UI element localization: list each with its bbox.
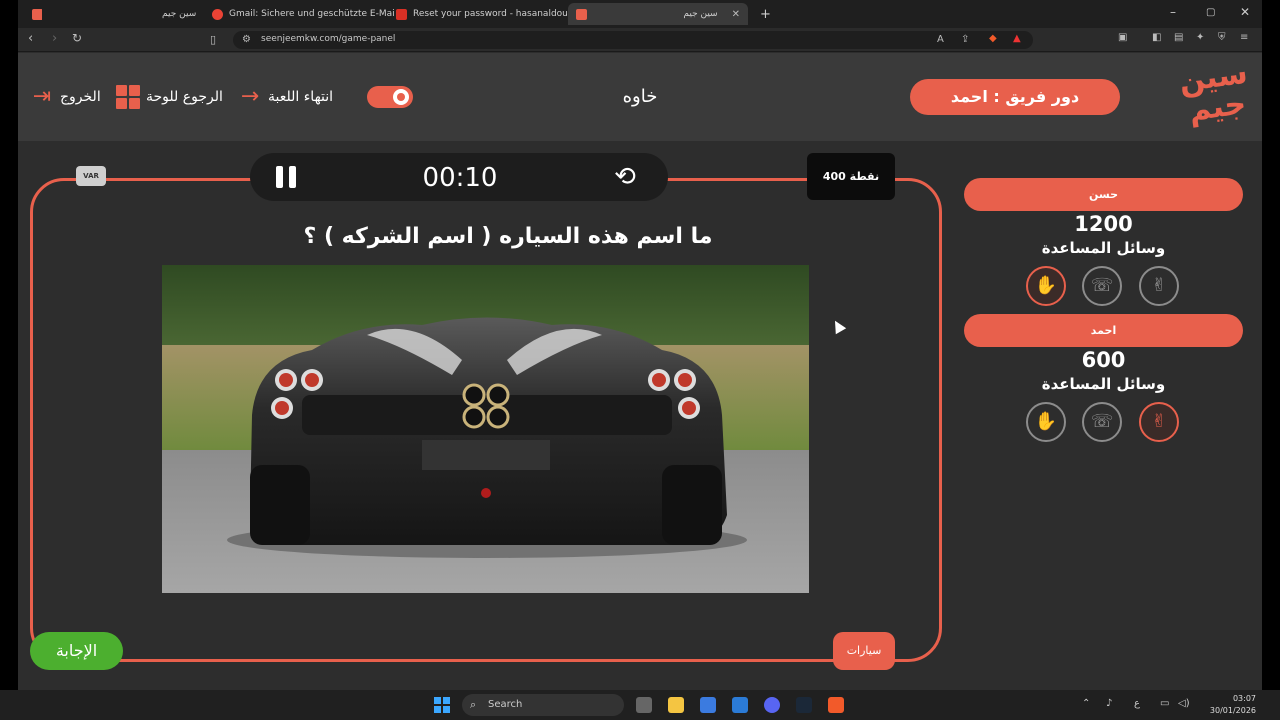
- back-to-board-button[interactable]: الرجوع للوحة: [116, 85, 223, 109]
- peace-hand-icon[interactable]: ✌: [1139, 402, 1179, 442]
- tab-title: سين جيم: [162, 9, 197, 19]
- tab-title: سين جيم: [683, 9, 718, 19]
- taskbar-search[interactable]: ⌕ Search: [462, 694, 624, 716]
- reader-icon[interactable]: ▣: [1118, 32, 1127, 43]
- restart-timer-icon[interactable]: ⟲: [610, 162, 640, 192]
- share-icon[interactable]: ⇪: [961, 34, 969, 45]
- url-field[interactable]: ⚙ seenjeemkw.com/game-panel A ⇪ ◆ ▲: [233, 31, 1033, 49]
- toggle-knob: [393, 89, 409, 105]
- browser-window: سين جيم Gmail: Sichere und geschützte E-…: [18, 0, 1262, 690]
- hand-icon[interactable]: ✋: [1026, 402, 1066, 442]
- forward-icon[interactable]: ›: [52, 31, 57, 46]
- category-title: خاوه: [622, 86, 658, 107]
- mail-icon: [396, 8, 407, 20]
- menu-icon[interactable]: ≡: [1240, 32, 1248, 43]
- peace-hand-icon[interactable]: ✌: [1139, 266, 1179, 306]
- category-tag: سيارات: [833, 632, 895, 670]
- site-settings-icon[interactable]: ⚙: [242, 34, 251, 45]
- address-bar: ‹ › ↻ ▯ ⚙ seenjeemkw.com/game-panel A ⇪ …: [18, 28, 1262, 52]
- team-score: 1200: [1074, 212, 1133, 236]
- game-toggle[interactable]: [367, 86, 413, 108]
- reload-icon[interactable]: ↻: [72, 31, 82, 45]
- close-window-icon[interactable]: ✕: [1240, 5, 1250, 19]
- google-icon: [212, 8, 223, 20]
- mail-app-icon[interactable]: [732, 697, 748, 713]
- board-label: الرجوع للوحة: [146, 89, 223, 105]
- call-icon[interactable]: ☏: [1082, 266, 1122, 306]
- maximize-icon[interactable]: ▢: [1206, 7, 1215, 18]
- pinned-tab-icon[interactable]: [24, 3, 42, 25]
- steam-icon[interactable]: [796, 697, 812, 713]
- team-score: 600: [1081, 348, 1126, 372]
- timer-panel: 00:10 ⟲: [250, 153, 668, 201]
- tab-seenjeem-active[interactable]: سين جيم ✕: [568, 3, 748, 25]
- end-game-button[interactable]: → انتهاء اللعبة: [238, 85, 333, 109]
- arrow-right-icon: →: [240, 84, 260, 109]
- exit-button[interactable]: ⇥ الخروج: [30, 85, 101, 109]
- close-tab-icon[interactable]: ✕: [732, 9, 740, 20]
- discord-icon[interactable]: [764, 697, 780, 713]
- seenjeem-logo: سين جيم: [1174, 56, 1259, 136]
- windows-taskbar: ⌕ Search ⌃ ♪ ع ▭ ◁) 03:07 30/01/2026: [0, 690, 1280, 720]
- clock-time: 03:07: [1232, 694, 1256, 703]
- show-answer-button[interactable]: الإجابة: [30, 632, 123, 670]
- search-placeholder: Search: [488, 699, 523, 710]
- system-clock[interactable]: 03:07 30/01/2026: [1196, 693, 1256, 717]
- rewards-icon[interactable]: ▲: [1013, 33, 1021, 44]
- bookmark-icon[interactable]: ▯: [210, 33, 216, 46]
- search-icon: ⌕: [470, 698, 477, 711]
- tray-overflow-icon[interactable]: ⌃: [1082, 698, 1090, 709]
- tab-title: Gmail: Sichere und geschützte E-Mail: [229, 9, 394, 19]
- vpn-icon[interactable]: ⛨: [1218, 32, 1226, 43]
- minimize-icon[interactable]: –: [1170, 5, 1176, 19]
- help-tools-label: وسائل المساعدة: [1041, 375, 1166, 393]
- tab-title: Reset your password - hasanaldoum: [413, 9, 577, 19]
- help-tools-label: وسائل المساعدة: [1041, 239, 1166, 257]
- seenjeem-favicon-icon: [576, 8, 587, 20]
- exit-label: الخروج: [60, 89, 101, 105]
- end-game-label: انتهاء اللعبة: [268, 89, 334, 105]
- store-icon[interactable]: [700, 697, 716, 713]
- tab-reset-password[interactable]: Reset your password - hasanaldoum: [388, 3, 578, 25]
- wallet-icon[interactable]: ▤: [1174, 32, 1183, 43]
- windows-start-icon[interactable]: [434, 697, 450, 713]
- task-view-icon[interactable]: [636, 697, 652, 713]
- translate-icon[interactable]: A: [937, 34, 944, 45]
- game-header: ⇥ الخروج الرجوع للوحة → انتهاء اللعبة خا…: [18, 53, 1262, 141]
- call-icon[interactable]: ☏: [1082, 402, 1122, 442]
- new-tab-button[interactable]: +: [752, 3, 772, 25]
- brave-browser-icon[interactable]: [828, 697, 844, 713]
- var-icon[interactable]: VAR: [76, 166, 106, 186]
- file-explorer-icon[interactable]: [668, 697, 684, 713]
- exit-icon: ⇥: [32, 84, 52, 109]
- volume-icon[interactable]: ◁): [1178, 698, 1190, 709]
- clock-date: 30/01/2026: [1209, 706, 1256, 715]
- hand-icon[interactable]: ✋: [1026, 266, 1066, 306]
- language-indicator[interactable]: ع: [1134, 698, 1140, 709]
- grid-icon: [116, 85, 140, 109]
- brave-shield-icon[interactable]: ◆: [989, 33, 997, 44]
- team-name-badge: احمد: [964, 314, 1243, 347]
- url-text: seenjeemkw.com/game-panel: [261, 34, 396, 44]
- question-image: [162, 265, 809, 593]
- tab-bar: سين جيم Gmail: Sichere und geschützte E-…: [18, 0, 1262, 28]
- team-turn-badge: دور فريق : احمد: [910, 79, 1120, 115]
- tab-gmail[interactable]: Gmail: Sichere und geschützte E-Mail: [204, 3, 394, 25]
- logo-line: جيم: [1186, 86, 1249, 129]
- points-badge: 400 نقطة: [807, 153, 895, 200]
- network-icon[interactable]: ▭: [1160, 698, 1169, 709]
- leo-icon[interactable]: ✦: [1196, 32, 1204, 43]
- question-text: ما اسم هذه السياره ( اسم الشركه ) ؟: [303, 224, 713, 249]
- back-icon[interactable]: ‹: [28, 31, 33, 46]
- microphone-icon[interactable]: ♪: [1106, 698, 1112, 709]
- sidebar-icon[interactable]: ◧: [1152, 32, 1161, 43]
- timer-display: 00:10: [422, 163, 498, 193]
- team-name-badge: حسن: [964, 178, 1243, 211]
- pause-icon[interactable]: [276, 166, 298, 188]
